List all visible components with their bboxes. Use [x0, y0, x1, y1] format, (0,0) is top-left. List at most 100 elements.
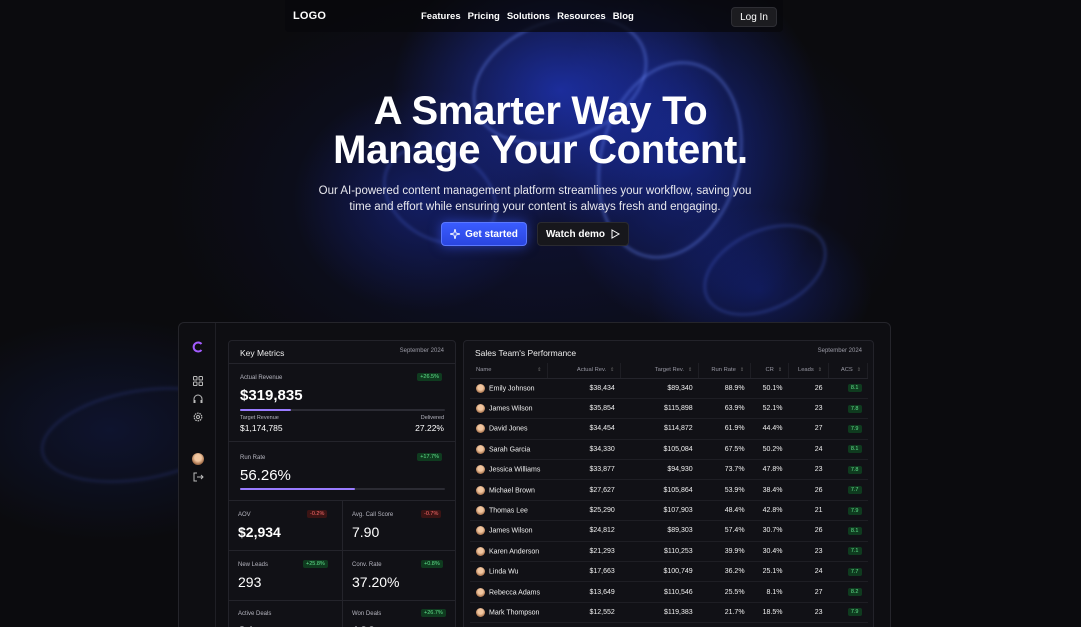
actual-revenue-label: Actual Revenue — [240, 375, 283, 381]
table-cell: 30.4% — [750, 541, 789, 563]
table-cell: 50.2% — [750, 439, 789, 461]
acs-badge: 7.8 — [847, 465, 862, 474]
won-deals-change: +26.7% — [421, 609, 446, 617]
nav-link-features[interactable]: Features — [421, 11, 461, 22]
play-icon — [611, 229, 621, 239]
col-header-name[interactable]: Name ⇕ — [470, 363, 549, 379]
cell-name: Michael Brown — [470, 479, 548, 501]
table-cell: $105,084 — [620, 439, 699, 461]
table-cell: 26 — [788, 378, 829, 399]
table-cell: $114,872 — [620, 418, 699, 440]
login-button[interactable]: Log In — [731, 7, 777, 27]
col-header-actual-rev[interactable]: Actual Rev. ⇕ — [547, 363, 622, 379]
table-cell: 52.1% — [750, 398, 789, 420]
avatar[interactable] — [192, 453, 204, 465]
cell-name: James Wilson — [470, 520, 548, 542]
table-row[interactable]: Michael Brown $27,627 $105,864 53.9% 38.4% 26… — [470, 479, 868, 501]
new-leads-change: +25.8% — [303, 560, 328, 568]
cell-name: Mark Thompson — [470, 602, 548, 624]
watch-demo-label: Watch demo — [545, 228, 606, 240]
actual-revenue-value: $319,835 — [240, 387, 303, 404]
table-row[interactable]: Rebecca Adams $13,649 $110,546 25.5% 8.1% 27 8… — [470, 581, 868, 603]
cell-acs: 7.8 — [828, 459, 868, 481]
hero-title-line-1: A Smarter Way To — [373, 89, 708, 133]
cell-name: Rebecca Adams — [470, 581, 548, 603]
col-header-run-rate[interactable]: Run Rate ⇕ — [698, 363, 752, 379]
aov-label: AOV — [238, 512, 251, 518]
table-cell: 23 — [788, 541, 829, 563]
logout-icon[interactable] — [192, 471, 204, 483]
table-cell: 18.5% — [750, 602, 789, 624]
nav-link-pricing[interactable]: Pricing — [468, 11, 500, 22]
headphones-icon[interactable] — [192, 393, 204, 405]
cell-name: James Wilson — [470, 398, 548, 420]
brand-logo-icon[interactable] — [192, 341, 204, 353]
target-revenue-value: $1,174,785 — [240, 423, 283, 433]
nav-link-blog[interactable]: Blog — [613, 11, 634, 22]
delivered-value: 27.22% — [415, 423, 444, 433]
table-cell: 25.1% — [750, 561, 789, 583]
aov-value: $2,934 — [238, 524, 281, 540]
avatar — [476, 526, 485, 536]
call-score-label: Avg. Call Score — [352, 512, 394, 518]
cell-acs: 7.1 — [828, 541, 868, 563]
col-header-cr[interactable]: CR ⇕ — [750, 363, 790, 379]
table-cell: $110,546 — [620, 581, 699, 603]
col-header-target-rev[interactable]: Target Rev. ⇕ — [620, 363, 700, 379]
run-rate-progress — [240, 488, 445, 490]
table-cell: $89,303 — [620, 520, 699, 542]
table-row[interactable]: Karen Anderson $21,293 $110,253 39.9% 30.4% 2… — [470, 541, 868, 563]
table-row[interactable]: James Wilson $35,854 $115,898 63.9% 52.1% 23 7… — [470, 398, 868, 420]
table-cell: 8.1% — [750, 581, 789, 603]
sidebar-rail — [187, 329, 209, 627]
table-cell: $105,864 — [620, 479, 699, 501]
avatar — [476, 444, 485, 454]
settings-icon[interactable] — [192, 411, 204, 423]
nav-menu: Features Pricing Solutions Resources Blo… — [421, 11, 634, 22]
table-cell: $17,663 — [547, 561, 621, 583]
actual-revenue-change: +26.5% — [417, 373, 442, 381]
table-cell: 26 — [788, 520, 829, 542]
get-started-label: Get started — [465, 228, 518, 240]
won-deals-value: 100 — [352, 623, 375, 627]
table-row[interactable]: Sarah Garcia $34,330 $105,084 67.5% 50.2% 24 8… — [470, 439, 868, 461]
table-row[interactable]: Emily Johnson $38,434 $89,340 88.9% 50.1% 26 8… — [470, 378, 868, 399]
table-row[interactable]: Thomas Lee $25,290 $107,903 48.4% 42.8% 21 7.9 — [470, 500, 868, 522]
logo[interactable]: LOGO — [293, 10, 326, 22]
table-cell: $94,930 — [620, 459, 699, 481]
watch-demo-button[interactable]: Watch demo — [537, 222, 629, 246]
grid-icon[interactable] — [192, 375, 204, 387]
table-cell: 44.4% — [750, 418, 789, 440]
nav-link-resources[interactable]: Resources — [557, 11, 606, 22]
dashboard-preview: Key Metrics September 2024 Actual Revenu… — [178, 322, 891, 627]
col-header-leads[interactable]: Leads ⇕ — [788, 363, 829, 379]
table-row[interactable]: David Jones $34,454 $114,872 61.9% 44.4% 27 7.… — [470, 418, 868, 440]
avatar — [476, 383, 485, 393]
col-header-acs[interactable]: ACS ⇕ — [828, 363, 869, 379]
cell-acs: 7.9 — [828, 500, 868, 522]
cell-acs: 7.9 — [828, 418, 868, 440]
call-score-change: -0.7% — [421, 510, 442, 518]
table-cell: 57.4% — [698, 520, 751, 542]
table-cell: 23 — [788, 398, 829, 420]
acs-badge: 7.8 — [847, 404, 862, 413]
won-deals-label: Won Deals — [352, 611, 382, 617]
table-row[interactable]: Linda Wu $17,663 $100,749 36.2% 25.1% 24 7.7 — [470, 561, 868, 583]
table-row[interactable]: Mark Thompson $12,552 $119,383 21.7% 18.5% 23… — [470, 602, 868, 624]
key-metrics-date: September 2024 — [399, 348, 444, 354]
table-cell: 39.9% — [698, 541, 751, 563]
table-cell: 53.9% — [698, 479, 751, 501]
hero-title: A Smarter Way To Manage Your Content. — [0, 89, 1081, 170]
table-row[interactable]: Jessica Williams $33,877 $94,930 73.7% 47.8%… — [470, 459, 868, 481]
table-cell: 23 — [788, 459, 829, 481]
table-cell: 21.7% — [698, 602, 751, 624]
sales-table-title: Sales Team's Performance — [475, 348, 577, 358]
nav-link-solutions[interactable]: Solutions — [507, 11, 550, 22]
key-metrics-title: Key Metrics — [240, 348, 285, 358]
table-cell: 88.9% — [698, 378, 751, 399]
table-row[interactable]: James Wilson $24,812 $89,303 57.4% 30.7% 26 8.… — [470, 520, 868, 542]
get-started-button[interactable]: Get started — [441, 222, 527, 246]
cell-name: Jessica Williams — [470, 459, 548, 481]
conv-rate-change: +0.8% — [421, 560, 443, 568]
cell-name: Linda Wu — [470, 561, 548, 583]
